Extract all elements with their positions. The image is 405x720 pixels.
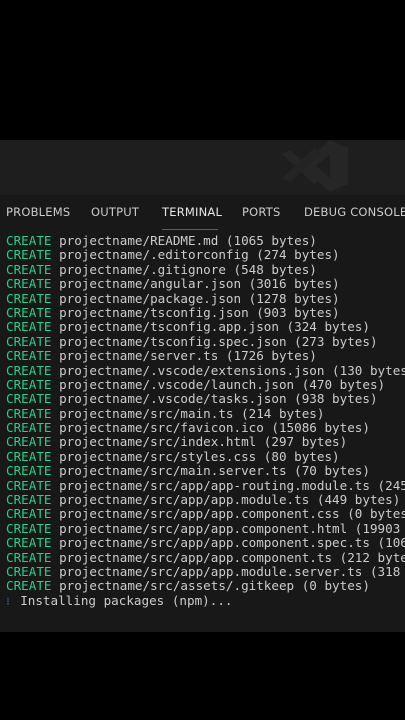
created-file-path: projectname/.vscode/launch.json (470 byt… [59, 376, 386, 392]
created-file-path: projectname/src/app/app.component.ts (21… [59, 549, 405, 565]
created-file-path: projectname/.vscode/extensions.json (130… [59, 362, 405, 378]
created-file-path: projectname/README.md (1065 bytes) [59, 234, 317, 248]
video-letterbox-top [0, 0, 405, 140]
create-keyword: CREATE [6, 261, 52, 277]
created-file-path: projectname/.editorconfig (274 bytes) [59, 247, 340, 263]
terminal-line: CREATE projectname/README.md (1065 bytes… [6, 234, 405, 248]
terminal-line: CREATE projectname/.vscode/extensions.js… [6, 362, 405, 378]
terminal-line: CREATE projectname/src/main.ts (214 byte… [6, 405, 405, 421]
create-keyword: CREATE [6, 520, 52, 536]
created-file-path: projectname/tsconfig.spec.json (273 byte… [59, 333, 378, 349]
create-keyword: CREATE [6, 448, 52, 464]
terminal-line: CREATE projectname/.gitignore (548 bytes… [6, 261, 405, 277]
created-file-path: projectname/src/main.ts (214 bytes) [59, 405, 325, 421]
create-keyword: CREATE [6, 391, 52, 407]
create-keyword: CREATE [6, 290, 52, 306]
create-keyword: CREATE [6, 304, 52, 320]
tab-problems[interactable]: PROBLEMS [6, 205, 70, 219]
create-keyword: CREATE [6, 276, 52, 292]
terminal-line: CREATE projectname/tsconfig.app.json (32… [6, 320, 405, 334]
created-file-path: projectname/src/app/app-routing.module.t… [59, 477, 405, 493]
install-status-text: Installing packages (npm)... [20, 592, 233, 608]
tab-debug-console[interactable]: DEBUG CONSOLE [304, 205, 405, 219]
braille-spinner-icon: ⠇ [6, 597, 13, 608]
terminal-status-line: ⠇ Installing packages (npm)... [6, 592, 405, 608]
terminal-line: CREATE projectname/src/app/app.component… [6, 549, 405, 565]
created-file-path: projectname/src/app/app.component.spec.t… [59, 535, 405, 551]
terminal-line: CREATE projectname/src/favicon.ico (1508… [6, 420, 405, 436]
create-keyword: CREATE [6, 506, 52, 522]
create-keyword: CREATE [6, 405, 52, 421]
terminal-line: CREATE projectname/src/assets/.gitkeep (… [6, 579, 405, 593]
tab-terminal[interactable]: TERMINAL [162, 205, 222, 219]
terminal-line: CREATE projectname/src/app/app.component… [6, 536, 405, 550]
create-keyword: CREATE [6, 319, 52, 335]
create-keyword: CREATE [6, 420, 52, 436]
created-file-path: projectname/package.json (1278 bytes) [59, 290, 340, 306]
editor-area [0, 140, 405, 195]
terminal-line: CREATE projectname/src/styles.css (80 by… [6, 448, 405, 464]
created-file-path: projectname/src/assets/.gitkeep (0 bytes… [59, 578, 370, 594]
terminal-line: CREATE projectname/server.ts (1726 bytes… [6, 348, 405, 364]
video-letterbox-bottom [0, 632, 405, 720]
terminal-line: CREATE projectname/.vscode/tasks.json (9… [6, 392, 405, 406]
terminal-line: CREATE projectname/.editorconfig (274 by… [6, 248, 405, 262]
terminal-line: CREATE projectname/.vscode/launch.json (… [6, 376, 405, 392]
created-file-path: projectname/server.ts (1726 bytes) [59, 348, 317, 364]
terminal-line: CREATE projectname/package.json (1278 by… [6, 290, 405, 306]
create-keyword: CREATE [6, 434, 52, 450]
create-keyword: CREATE [6, 535, 52, 551]
vscode-logo-watermark-icon [282, 140, 348, 192]
terminal-line: CREATE projectname/src/app/app.component… [6, 507, 405, 521]
terminal-line: CREATE projectname/src/app/app.module.se… [6, 563, 405, 579]
created-file-path: projectname/src/main.server.ts (70 bytes… [59, 463, 370, 479]
create-keyword: CREATE [6, 362, 52, 378]
create-keyword: CREATE [6, 477, 52, 493]
create-keyword: CREATE [6, 234, 52, 248]
created-file-path: projectname/src/app/app.module.ts (449 b… [59, 492, 401, 508]
created-file-path: projectname/.vscode/tasks.json (938 byte… [59, 391, 378, 407]
bottom-panel: PROBLEMS OUTPUT TERMINAL PORTS DEBUG CON… [0, 195, 405, 632]
created-file-path: projectname/src/styles.css (80 bytes) [59, 448, 340, 464]
tab-output[interactable]: OUTPUT [91, 205, 139, 219]
terminal-line: CREATE projectname/tsconfig.json (903 by… [6, 304, 405, 320]
create-keyword: CREATE [6, 463, 52, 479]
create-keyword: CREATE [6, 492, 52, 508]
terminal-line: CREATE projectname/angular.json (3016 by… [6, 276, 405, 292]
create-keyword: CREATE [6, 333, 52, 349]
terminal-line: CREATE projectname/src/app/app-routing.m… [6, 477, 405, 493]
terminal-line: CREATE projectname/src/main.server.ts (7… [6, 464, 405, 478]
created-file-path: projectname/.gitignore (548 bytes) [59, 261, 317, 277]
create-keyword: CREATE [6, 376, 52, 392]
create-keyword: CREATE [6, 348, 52, 364]
terminal-line: CREATE projectname/src/app/app.component… [6, 520, 405, 536]
terminal-line: CREATE projectname/tsconfig.spec.json (2… [6, 333, 405, 349]
created-file-path: projectname/src/app/app.component.css (0… [59, 506, 405, 522]
tab-ports[interactable]: PORTS [242, 205, 280, 219]
created-file-path: projectname/tsconfig.json (903 bytes) [59, 304, 340, 320]
created-file-path: projectname/src/index.html (297 bytes) [59, 434, 348, 450]
terminal-line: CREATE projectname/src/app/app.module.ts… [6, 492, 405, 508]
active-tab-indicator [162, 229, 218, 230]
created-file-path: projectname/src/favicon.ico (15086 bytes… [59, 420, 370, 436]
create-keyword: CREATE [6, 578, 52, 594]
created-file-path: projectname/src/app/app.module.server.ts… [59, 563, 401, 579]
created-file-path: projectname/tsconfig.app.json (324 bytes… [59, 319, 370, 335]
terminal-output[interactable]: CREATE projectname/README.md (1065 bytes… [6, 234, 405, 608]
create-keyword: CREATE [6, 247, 52, 263]
create-keyword: CREATE [6, 563, 52, 579]
created-file-path: projectname/src/app/app.component.html (… [59, 520, 401, 536]
create-keyword: CREATE [6, 549, 52, 565]
terminal-line: CREATE projectname/src/index.html (297 b… [6, 435, 405, 449]
panel-tab-bar: PROBLEMS OUTPUT TERMINAL PORTS DEBUG CON… [0, 195, 405, 229]
created-file-path: projectname/angular.json (3016 bytes) [59, 276, 340, 292]
